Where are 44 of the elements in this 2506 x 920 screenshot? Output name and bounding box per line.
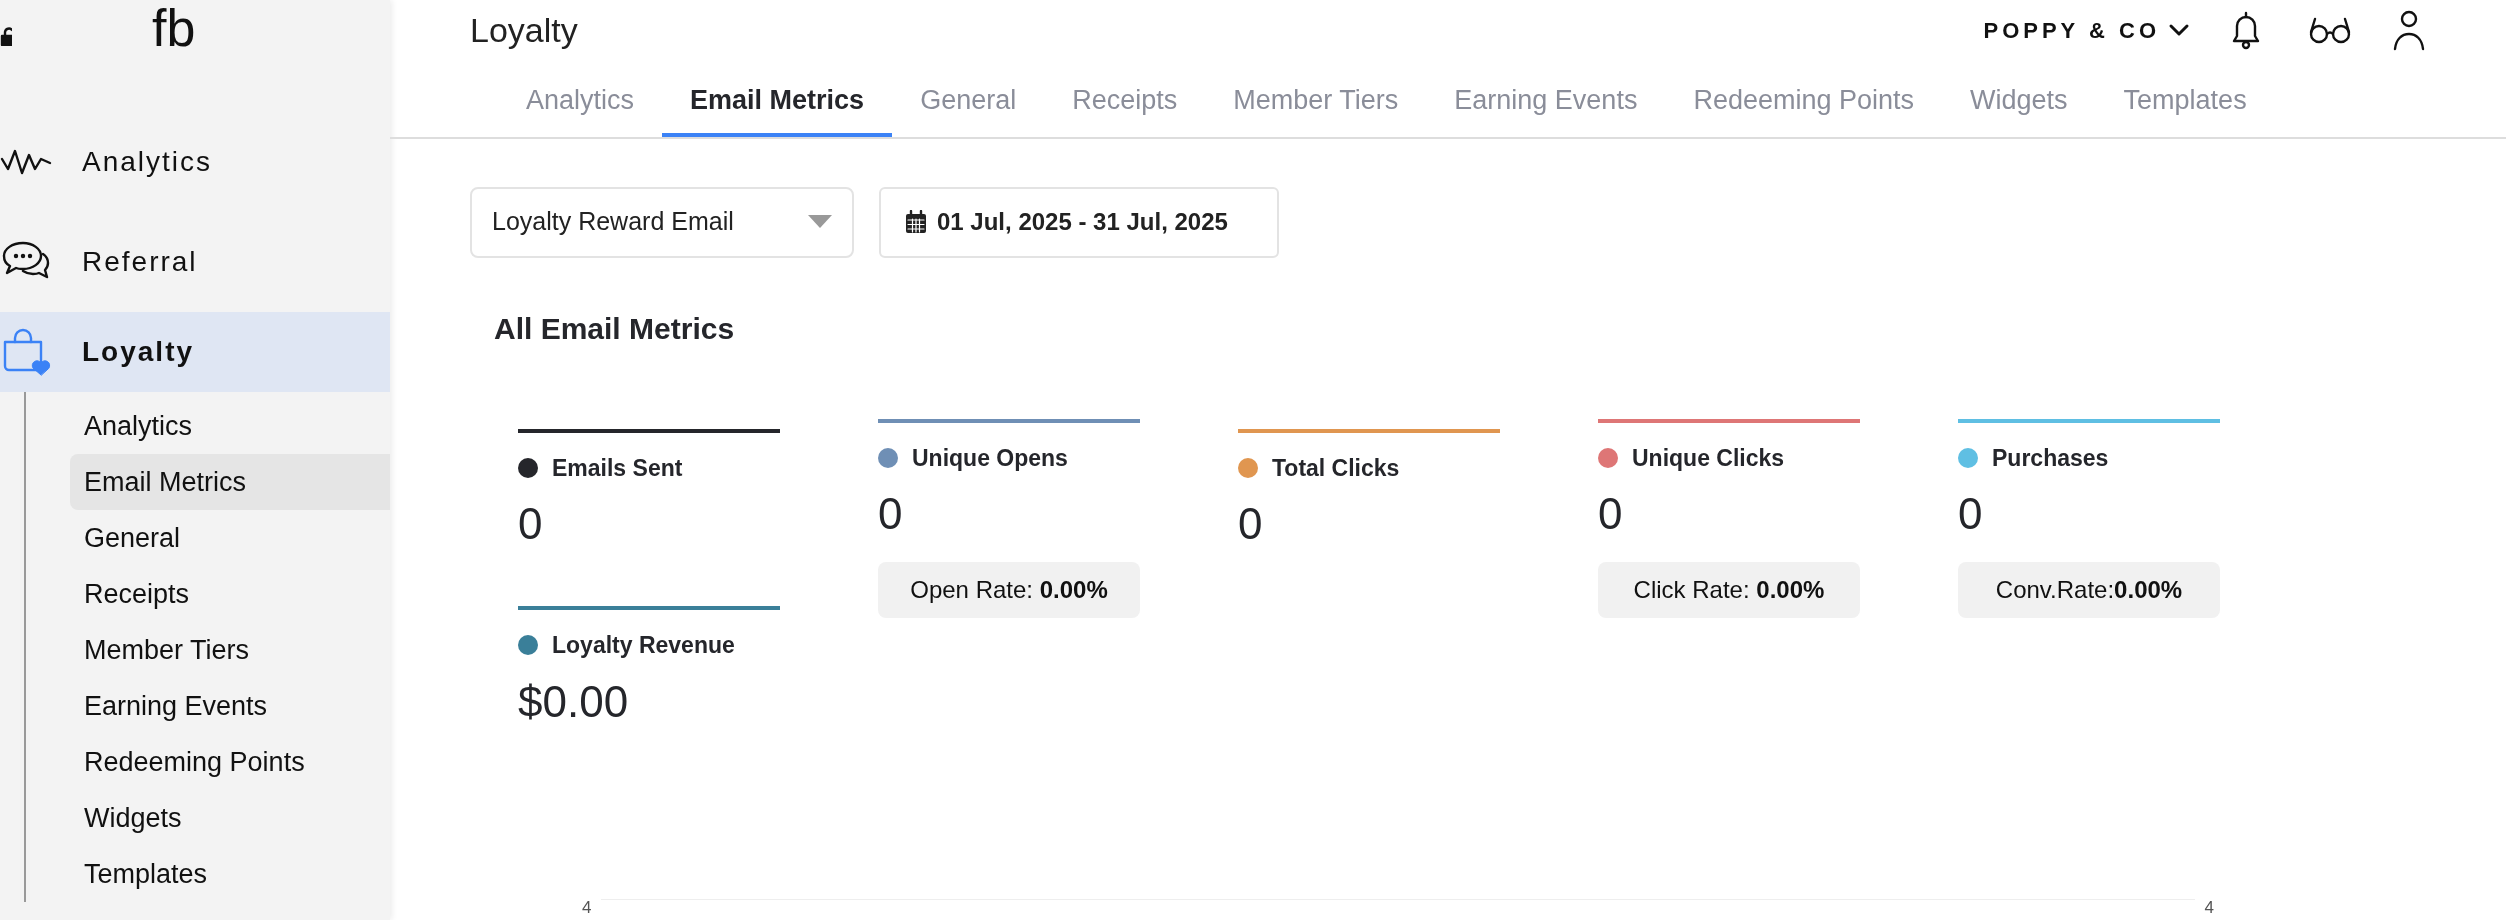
sidebar-subitem[interactable]: Redeeming Points <box>70 734 390 790</box>
rate-badge: Conv.Rate:0.00% <box>1958 562 2220 619</box>
sidebar-item[interactable]: Loyalty <box>0 312 390 392</box>
lock-icon <box>0 26 12 46</box>
chevron-down-icon <box>2168 23 2190 37</box>
axis-tick-label: 4 <box>2204 899 2214 916</box>
metric-label: Purchases <box>1992 443 2109 473</box>
rate-badge: Open Rate: 0.00% <box>878 562 1140 619</box>
email-type-dropdown[interactable]: Loyalty Reward Email <box>470 186 854 258</box>
metric-value: 0 <box>518 498 544 550</box>
tab[interactable]: Email Metrics <box>662 60 893 137</box>
logo-text[interactable]: fb <box>152 2 196 54</box>
sidebar-subitem[interactable]: General <box>70 510 390 566</box>
sidebar-subitem[interactable]: Templates <box>70 846 390 902</box>
metric-value: 0 <box>1958 488 1984 540</box>
sidebar-subitem[interactable]: Widgets <box>70 790 390 846</box>
date-range-picker[interactable]: 01 Jul, 2025 - 31 Jul, 2025 <box>879 186 1279 258</box>
sidebar-subitem[interactable]: Email Metrics <box>70 454 390 510</box>
shopping-bag-heart-icon <box>1 328 51 376</box>
metric-value: 0 <box>1238 498 1264 550</box>
account-dropdown[interactable]: POPPY & CO <box>1983 13 2190 47</box>
sidebar-item[interactable]: Analytics <box>0 112 390 212</box>
axis-tick-label: 4 <box>582 899 592 916</box>
sidebar-subitem[interactable]: Receipts <box>70 566 390 622</box>
pulse-icon <box>0 147 52 177</box>
sidebar-subitem[interactable]: Analytics <box>70 398 390 454</box>
page-title: Loyalty <box>470 9 578 51</box>
user-icon[interactable] <box>2392 9 2426 51</box>
metric-value: $0.00 <box>518 675 630 728</box>
metric-value: 0 <box>878 488 904 540</box>
glasses-icon[interactable] <box>2308 15 2352 45</box>
metric-label: Unique Clicks <box>1632 443 1785 473</box>
section-title: All Email Metrics <box>494 310 736 347</box>
sidebar-subitem[interactable]: Earning Events <box>70 678 390 734</box>
metric-label: Total Clicks <box>1272 453 1400 483</box>
calendar-icon <box>905 210 927 234</box>
metric-label: Unique Opens <box>912 443 1068 473</box>
metric-label: Loyalty Revenue <box>552 631 735 661</box>
metric-value: 0 <box>1598 488 1624 540</box>
metric-label: Emails Sent <box>552 453 683 483</box>
sidebar-subitem[interactable]: Member Tiers <box>70 622 390 678</box>
caret-down-icon <box>808 215 832 229</box>
rate-badge: Click Rate: 0.00% <box>1598 562 1860 619</box>
sidebar-item[interactable]: Referral <box>0 212 390 312</box>
